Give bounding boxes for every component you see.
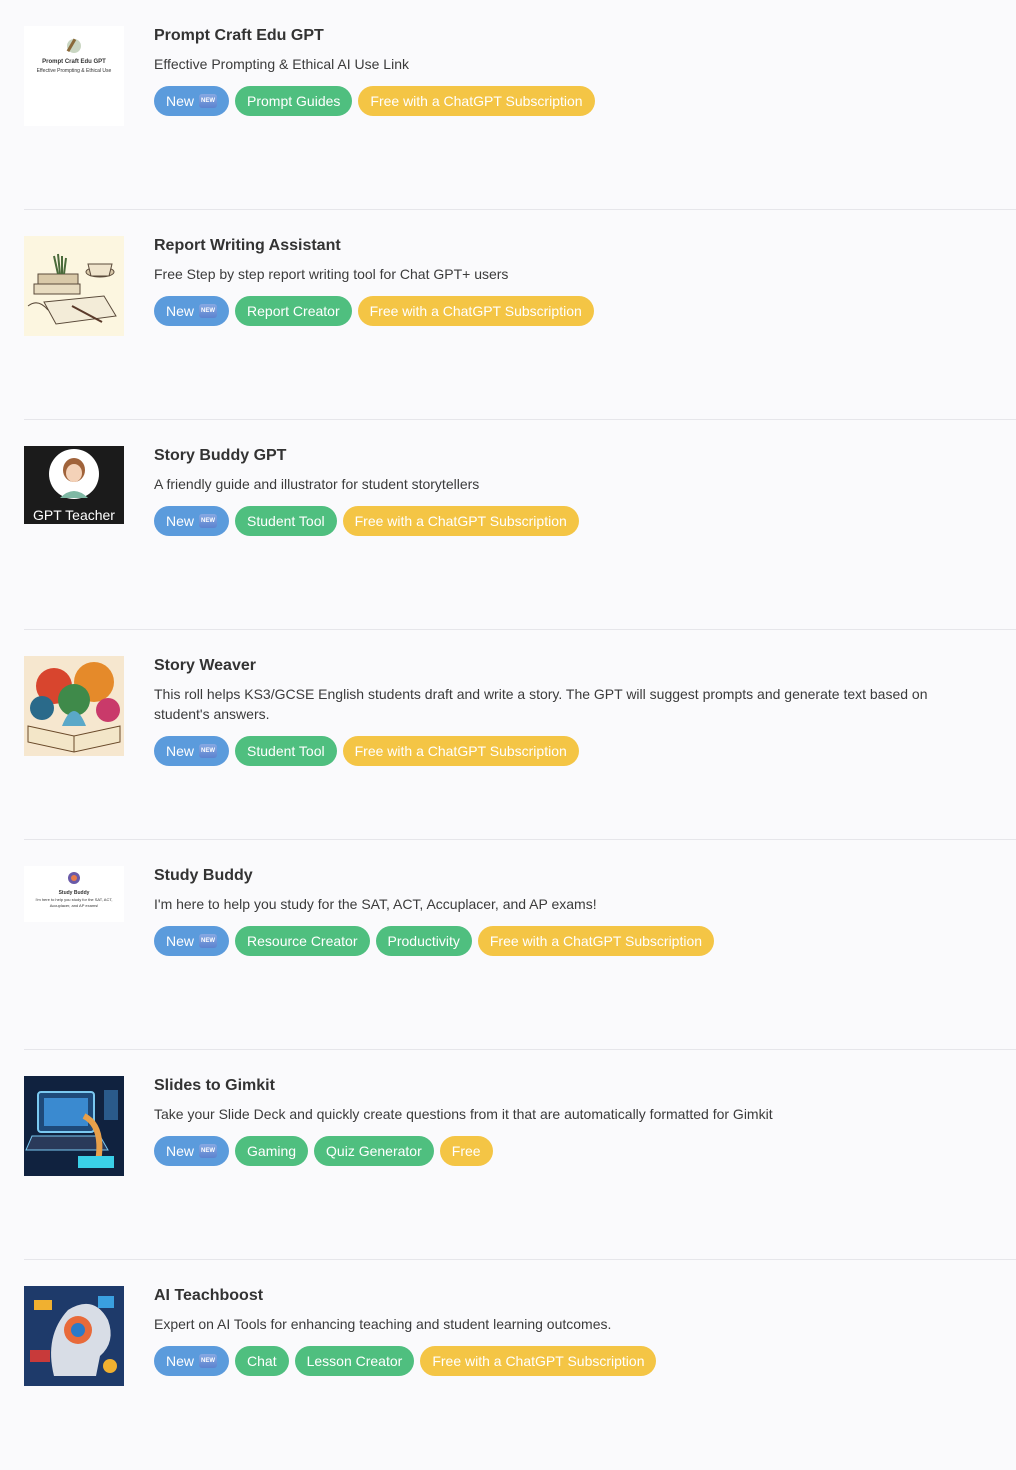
item-thumbnail[interactable]: [24, 656, 124, 756]
tag-pricing[interactable]: Free: [439, 1136, 493, 1166]
item-thumbnail[interactable]: Prompt Craft Edu GPT Effective Prompting…: [24, 26, 124, 126]
item-title[interactable]: Prompt Craft Edu GPT: [154, 26, 976, 46]
tag-label: New: [166, 513, 195, 529]
tag-list: New NEW Report Creator Free with a ChatGP…: [154, 296, 976, 326]
tag-list: New NEW Student Tool Free with a ChatGPT …: [154, 736, 976, 766]
tag-label: New: [166, 743, 195, 759]
item-description: Free Step by step report writing tool fo…: [154, 266, 509, 282]
thumb-subtitle: I'm here to help you study for the SAT, …: [35, 897, 113, 908]
gpt-list: Prompt Craft Edu GPT Effective Prompting…: [0, 0, 1016, 1470]
tag-label: New: [166, 93, 195, 109]
item-thumbnail[interactable]: GPT Teacher: [24, 446, 124, 524]
item-description: A friendly guide and illustrator for stu…: [154, 476, 480, 492]
item-title[interactable]: AI Teachboost: [154, 1286, 976, 1306]
tag-category[interactable]: Student Tool: [235, 736, 337, 766]
thumb-caption: GPT Teacher: [33, 507, 115, 523]
tag-new[interactable]: New NEW: [154, 1136, 230, 1166]
list-item[interactable]: AI Teachboost Expert on AI Tools for enh…: [24, 1260, 1016, 1470]
item-thumbnail[interactable]: [24, 236, 124, 336]
list-item[interactable]: Slides to Gimkit Take your Slide Deck an…: [24, 1050, 1016, 1260]
tag-list: New NEW Gaming Quiz Generator Free: [154, 1136, 976, 1166]
new-badge-icon: NEW: [199, 94, 218, 108]
new-badge-icon: NEW: [199, 1354, 218, 1368]
tag-pricing[interactable]: Free with a ChatGPT Subscription: [420, 1346, 657, 1376]
item-title[interactable]: Report Writing Assistant: [154, 236, 976, 256]
tag-category[interactable]: Productivity: [375, 926, 472, 956]
list-item[interactable]: GPT Teacher Story Buddy GPT A friendly g…: [24, 420, 1016, 630]
item-thumbnail[interactable]: [24, 1286, 124, 1386]
tag-new[interactable]: New NEW: [154, 296, 230, 326]
tag-category[interactable]: Quiz Generator: [314, 1136, 434, 1166]
tag-label: New: [166, 303, 195, 319]
thumb-title: Study Buddy: [58, 890, 90, 896]
item-description: Effective Prompting & Ethical AI Use Lin…: [154, 56, 409, 72]
new-badge-icon: NEW: [199, 304, 218, 318]
tag-label: New: [166, 1353, 195, 1369]
list-item[interactable]: Prompt Craft Edu GPT Effective Prompting…: [24, 0, 1016, 210]
item-title[interactable]: Story Buddy GPT: [154, 446, 976, 466]
tag-pricing[interactable]: Free with a ChatGPT Subscription: [477, 926, 715, 956]
storybook-illustration-icon: [27, 662, 121, 753]
tag-category[interactable]: Lesson Creator: [294, 1346, 415, 1376]
new-badge-icon: NEW: [199, 1144, 218, 1158]
tag-category[interactable]: Student Tool: [235, 506, 337, 536]
study-buddy-logo-icon: [68, 872, 80, 884]
item-title[interactable]: Slides to Gimkit: [154, 1076, 976, 1096]
tag-category[interactable]: Gaming: [235, 1136, 309, 1166]
desk-illustration-icon: [27, 253, 117, 325]
item-description: I'm here to help you study for the SAT, …: [154, 896, 597, 912]
thumb-subtitle: Effective Prompting & Ethical Use: [36, 68, 112, 74]
thumb-title: Prompt Craft Edu GPT: [42, 59, 106, 65]
tag-new[interactable]: New NEW: [154, 926, 230, 956]
tag-list: New NEW Student Tool Free with a ChatGPT …: [154, 506, 976, 536]
tag-list: New NEW Resource Creator Productivity Fre…: [154, 926, 976, 956]
item-description: Expert on AI Tools for enhancing teachin…: [154, 1316, 612, 1332]
list-item[interactable]: Study Buddy I'm here to help you study f…: [24, 840, 1016, 1050]
new-badge-icon: NEW: [199, 934, 218, 948]
ai-head-illustration-icon: [24, 1286, 124, 1386]
tag-label: New: [166, 1143, 195, 1159]
tag-pricing[interactable]: Free with a ChatGPT Subscription: [342, 736, 579, 766]
tag-label: New: [166, 933, 195, 949]
tag-category[interactable]: Resource Creator: [235, 926, 370, 956]
item-title[interactable]: Study Buddy: [154, 866, 976, 886]
item-description: Take your Slide Deck and quickly create …: [154, 1106, 773, 1122]
tag-category[interactable]: Prompt Guides: [235, 86, 353, 116]
tag-new[interactable]: New NEW: [154, 86, 230, 116]
pencil-logo-icon: [66, 38, 81, 53]
item-title[interactable]: Story Weaver: [154, 656, 976, 676]
list-item[interactable]: Story Weaver This roll helps KS3/GCSE En…: [24, 630, 1016, 840]
tag-list: New NEW Prompt Guides Free with a ChatGPT…: [154, 86, 976, 116]
item-description: This roll helps KS3/GCSE English student…: [154, 686, 928, 722]
tag-pricing[interactable]: Free with a ChatGPT Subscription: [358, 86, 595, 116]
tag-category[interactable]: Chat: [235, 1346, 289, 1376]
tag-list: New NEW Chat Lesson Creator Free with a C…: [154, 1346, 976, 1376]
laptop-illustration-icon: [24, 1076, 124, 1176]
tag-category[interactable]: Report Creator: [235, 296, 352, 326]
new-badge-icon: NEW: [199, 744, 218, 758]
tag-new[interactable]: New NEW: [154, 506, 230, 536]
tag-pricing[interactable]: Free with a ChatGPT Subscription: [342, 506, 579, 536]
list-item[interactable]: Report Writing Assistant Free Step by st…: [24, 210, 1016, 420]
item-thumbnail[interactable]: Study Buddy I'm here to help you study f…: [24, 866, 124, 922]
tag-new[interactable]: New NEW: [154, 736, 230, 766]
new-badge-icon: NEW: [199, 514, 218, 528]
tag-new[interactable]: New NEW: [154, 1346, 230, 1376]
tag-pricing[interactable]: Free with a ChatGPT Subscription: [357, 296, 594, 326]
item-thumbnail[interactable]: [24, 1076, 124, 1176]
